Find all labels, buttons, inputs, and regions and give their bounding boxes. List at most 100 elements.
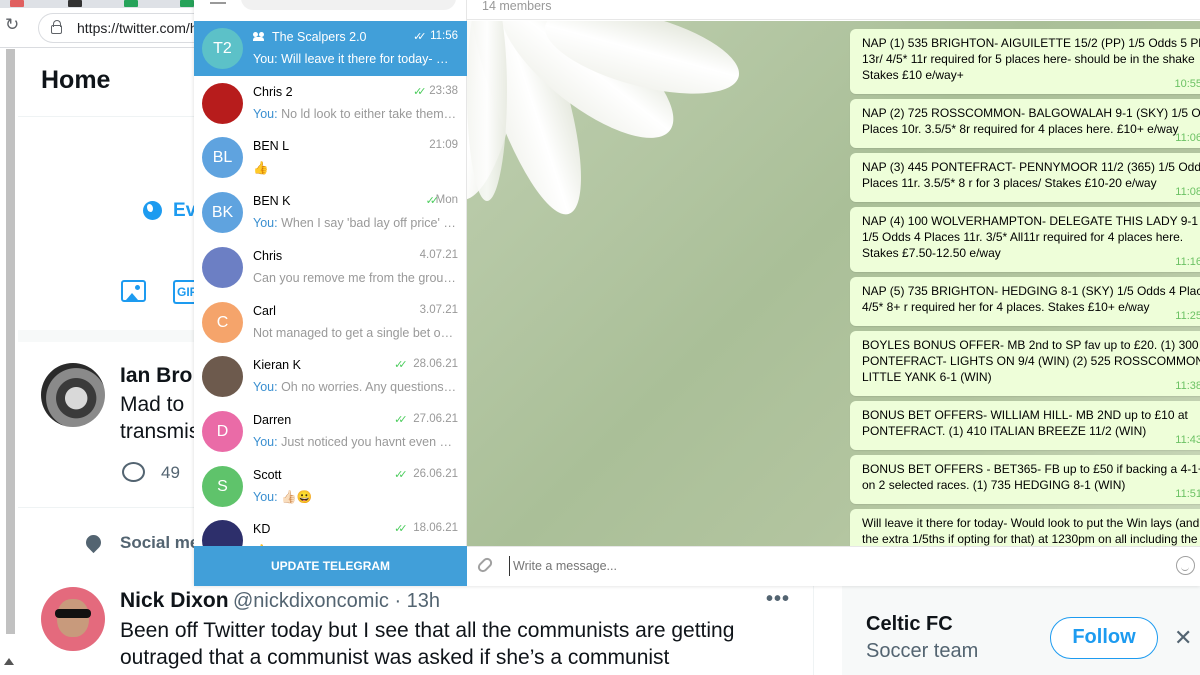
sender-prefix: You: [253,216,278,231]
sender-prefix: You: [253,434,278,449]
chat-name: Darren [253,412,292,427]
message-text: Stakes £7.50-12.50 e/way [862,246,1001,260]
read-check-icon: ✓✓ [413,31,427,43]
close-icon[interactable]: ✕ [1174,626,1192,651]
emoji-icon[interactable] [1176,556,1195,575]
preview-text: Will leave it there for today- Wo... [281,52,458,66]
address-bar[interactable]: https://twitter.com/ho [38,13,208,43]
message-bubble[interactable]: Will leave it there for today- Would loo… [850,509,1200,546]
message-text: PONTEFRACT. (1) 410 ITALIAN BREEZE 11/2 … [862,424,1147,438]
divider [18,507,194,508]
chat-list-item[interactable]: Chris 4.07.21 Can you remove me from the g… [194,240,467,295]
message-text: 4/5* 8+ r required her for 4 places. Sta… [862,300,1150,314]
audience-selector[interactable]: Ev [173,200,196,222]
lock-icon[interactable] [51,20,62,34]
message-bubble[interactable]: BOYLES BONUS OFFER- MB 2nd to SP fav up … [850,331,1200,396]
read-check-icon: ✓✓ [394,359,408,372]
chat-list-item[interactable]: BK BEN K Mon ✓✓ You: When I say 'bad lay off… [194,185,467,240]
message-bubble[interactable]: BONUS BET OFFERS- WILLIAM HILL- MB 2ND u… [850,401,1200,450]
image-icon[interactable] [121,280,146,302]
message-bubble[interactable]: NAP (1) 535 BRIGHTON- AIGUILETTE 15/2 (P… [850,29,1200,94]
preview-text: Oh no worries. Any questions le... [281,380,458,395]
gif-icon[interactable]: GIF [173,280,195,304]
group-icon [253,32,265,41]
chat-time: 3.07.21 [419,303,458,316]
avatar: T2 [202,28,243,69]
message-text: BOYLES BONUS OFFER- MB 2nd to SP fav up … [862,338,1199,352]
message-text: Places 11r. 3.5/5* 8 r for 3 places/ Sta… [862,176,1157,190]
suggested-account-name[interactable]: Celtic FC [866,613,953,636]
search-input[interactable] [241,0,456,10]
preview-text: When I say 'bad lay off price' I ... [281,216,458,231]
column-divider [813,586,814,675]
read-check-icon: ✓✓ [394,523,408,536]
chat-list-item[interactable]: S Scott 26.06.21 ✓✓ You: 👍🏻😀 [194,459,467,514]
update-telegram-button[interactable]: UPDATE TELEGRAM [194,546,467,586]
page-scrollbar[interactable] [6,49,15,634]
suggested-account-subtitle: Soccer team [866,640,979,662]
message-text: the extra 1/5ths if opting for that) at … [862,532,1198,546]
browser-tab-favicon[interactable] [180,0,194,7]
chat-name: KD [253,522,271,537]
chat-preview: You: 👍🏻😀 [253,490,458,505]
browser-tab-favicon[interactable] [10,0,24,7]
chat-list-item[interactable]: Chris 2 23:38 ✓✓ You: No ld look to either … [194,76,467,131]
more-options-icon[interactable]: ••• [766,588,790,611]
read-check-icon: ✓✓ [425,195,440,208]
social-context-label: Social me [120,533,200,552]
reload-icon[interactable]: ↻ [5,17,21,34]
follow-button[interactable]: Follow [1050,617,1158,659]
message-bubble[interactable]: NAP (5) 735 BRIGHTON- HEDGING 8-1 (SKY) … [850,277,1200,326]
message-text: NAP (3) 445 PONTEFRACT- PENNYMOOR 11/2 (… [862,160,1200,174]
chat-name: Chris 2 [253,84,293,99]
chat-time: 23:38 [429,84,458,97]
chat-preview: You: Oh no worries. Any questions le... [253,380,458,394]
tweet-author-name[interactable]: Ian Bro [120,364,192,388]
chat-list-item[interactable]: BL BEN L 21:09 👍 [194,130,467,185]
tweet-author-handle[interactable]: @nickdixoncomic · 13h [233,590,440,613]
avatar[interactable] [41,587,105,651]
tweet-text: Been off Twitter today but I see that al… [120,619,735,642]
message-text: NAP (1) 535 BRIGHTON- AIGUILETTE 15/2 (P… [862,36,1200,50]
chat-time: 26.06.21 [413,467,458,480]
preview-text: Can you remove me from the group ... [253,270,458,285]
chat-list-item[interactable]: C Carl 3.07.21 Not managed to get a single … [194,295,467,350]
message-bubble[interactable]: NAP (3) 445 PONTEFRACT- PENNYMOOR 11/2 (… [850,153,1200,202]
chat-list-item[interactable]: Kieran K 28.06.21 ✓✓ You: Oh no worries. An… [194,349,467,404]
chat-time: 21:09 [429,139,458,152]
avatar[interactable] [41,363,105,427]
message-time: 10:55 [1174,78,1200,90]
tweet-text: transmis [120,420,200,443]
message-text: LITTLE YANK 6-1 (WIN) [862,370,992,384]
menu-icon[interactable] [210,0,226,4]
tweet-author-name[interactable]: Nick Dixon [120,589,229,613]
chat-time: 11:56 [430,30,458,42]
message-bubble[interactable]: BONUS BET OFFERS - BET365- FB up to £50 … [850,455,1200,504]
chat-list-item[interactable]: D Darren 27.06.21 ✓✓ You: Just noticed you h… [194,404,467,459]
browser-tab-favicon[interactable] [68,0,82,7]
message-text: PONTEFRACT- LIGHTS ON 9/4 (WIN) (2) 525 … [862,354,1200,368]
reply-icon[interactable] [122,462,145,482]
chat-list-item[interactable]: T2 The Scalpers 2.0 11:56 ✓✓ You: Will leave… [194,21,467,76]
message-text: Stakes £10 e/way+ [862,68,964,82]
avatar [202,356,243,398]
reply-count: 49 [161,463,180,482]
tweet-text: Mad to [120,393,185,416]
message-text: Will leave it there for today- Would loo… [862,516,1200,530]
message-input[interactable] [509,556,1109,576]
sender-prefix: You: [253,106,278,121]
browser-tab-favicon[interactable] [124,0,138,7]
message-time: 11:06 [1175,132,1200,144]
chat-time: 28.06.21 [413,358,458,371]
message-bubble[interactable]: NAP (4) 100 WOLVERHAMPTON- DELEGATE THIS… [850,207,1200,272]
message-text: BONUS BET OFFERS- WILLIAM HILL- MB 2ND u… [862,408,1188,422]
globe-icon[interactable] [143,201,162,220]
gif-label: GIF [177,285,195,299]
message-time: 11:25 [1175,310,1200,322]
message-text: on 2 selected races. (1) 735 HEDGING 8-1… [862,478,1126,492]
message-bubble[interactable]: NAP (2) 725 ROSSCOMMON- BALGOWALAH 9-1 (… [850,99,1200,148]
member-count[interactable]: 14 members [482,0,551,13]
preview-text: No ld look to either take them e... [281,106,458,121]
chat-preview: Can you remove me from the group ... [253,271,458,285]
scroll-down-arrow-icon[interactable] [4,658,14,665]
